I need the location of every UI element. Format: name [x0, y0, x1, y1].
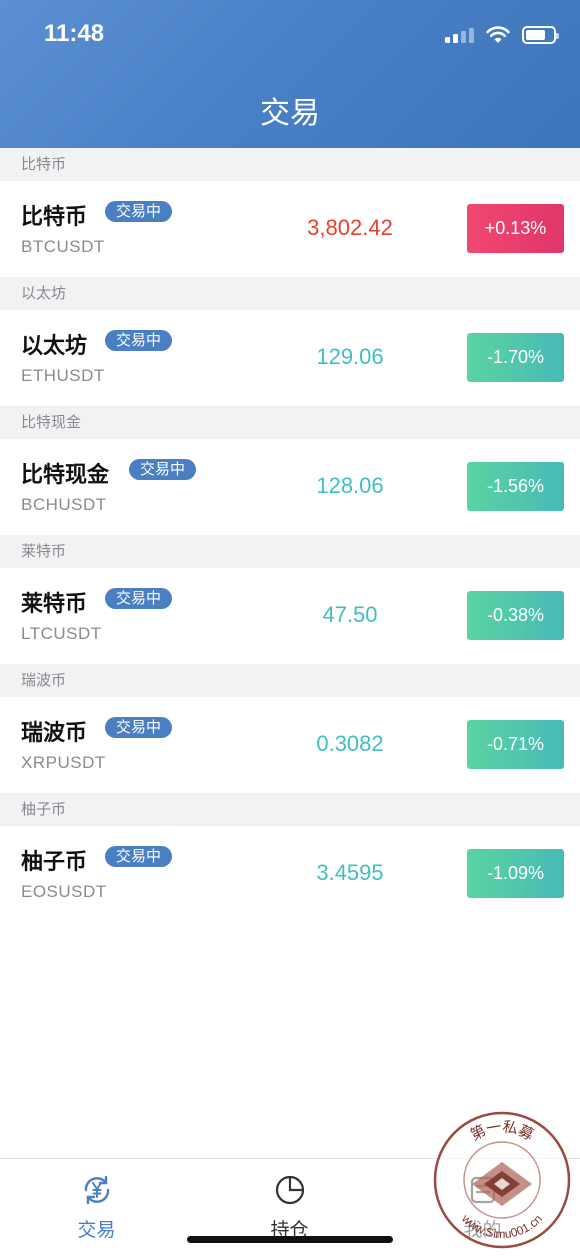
page-title: 交易: [260, 96, 320, 131]
price-change-button[interactable]: -0.38%: [467, 591, 564, 640]
price-change-button[interactable]: -1.70%: [467, 333, 564, 382]
price-change-button[interactable]: +0.13%: [467, 204, 564, 253]
asset-symbol: XRPUSDT: [21, 753, 106, 772]
section-header: 比特现金: [0, 406, 580, 439]
section-header: 以太坊: [0, 277, 580, 310]
watermark-seal: 第一私募 www.Simu001.cn: [433, 1111, 571, 1249]
asset-row[interactable]: 以太坊 交易中 ETHUSDT 129.06 -1.70%: [0, 310, 580, 406]
section-header: 莱特币: [0, 535, 580, 568]
asset-name: 以太坊: [21, 334, 88, 359]
status-time: 11:48: [44, 20, 105, 47]
asset-name: 柚子币: [21, 850, 88, 875]
status-badge: 交易中: [105, 201, 173, 222]
cellular-signal-icon: [445, 27, 474, 43]
status-badge: 交易中: [105, 846, 173, 867]
section-header: 比特币: [0, 148, 580, 181]
asset-name: 比特币: [21, 205, 88, 230]
asset-price: 128.06: [316, 473, 384, 498]
asset-symbol: EOSUSDT: [21, 882, 107, 901]
price-change-button[interactable]: -1.09%: [467, 849, 564, 898]
app-header: 11:48 交易: [0, 0, 580, 148]
asset-price: 47.50: [322, 602, 378, 627]
asset-symbol: ETHUSDT: [21, 366, 105, 385]
status-icons: [445, 24, 559, 46]
asset-symbol: BTCUSDT: [21, 237, 105, 256]
section-header: 柚子币: [0, 793, 580, 826]
asset-price: 3.4595: [316, 860, 384, 885]
section-header: 瑞波币: [0, 664, 580, 697]
asset-price: 3,802.42: [307, 215, 393, 240]
wifi-icon: [486, 26, 510, 43]
asset-list: 比特币 比特币 交易中 BTCUSDT 3,802.42 +0.13% 以太坊 以太坊 交易中 E…: [0, 148, 580, 922]
price-change-button[interactable]: -0.71%: [467, 720, 564, 769]
status-badge: 交易中: [129, 459, 197, 480]
asset-row[interactable]: 莱特币 交易中 LTCUSDT 47.50 -0.38%: [0, 568, 580, 664]
asset-row[interactable]: 比特现金 交易中 BCHUSDT 128.06 -1.56%: [0, 439, 580, 535]
yen-exchange-icon: [84, 1175, 109, 1205]
asset-price: 129.06: [316, 344, 384, 369]
asset-price: 0.3082: [316, 731, 384, 756]
price-change-button[interactable]: -1.56%: [467, 462, 564, 511]
tab-trade[interactable]: 交易: [0, 1159, 193, 1256]
asset-name: 莱特币: [21, 592, 88, 617]
asset-name: 瑞波币: [21, 721, 88, 746]
asset-name: 比特现金: [21, 463, 110, 488]
status-badge: 交易中: [105, 588, 173, 609]
asset-row[interactable]: 柚子币 交易中 EOSUSDT 3.4595 -1.09%: [0, 826, 580, 922]
status-badge: 交易中: [105, 330, 173, 351]
home-indicator: [187, 1236, 393, 1243]
battery-icon: [522, 26, 559, 44]
pie-chart-icon: [275, 1175, 304, 1205]
tab-trade-label: 交易: [77, 1219, 116, 1241]
asset-row[interactable]: 瑞波币 交易中 XRPUSDT 0.3082 -0.71%: [0, 697, 580, 793]
asset-row[interactable]: 比特币 交易中 BTCUSDT 3,802.42 +0.13%: [0, 181, 580, 277]
asset-symbol: BCHUSDT: [21, 495, 107, 514]
asset-symbol: LTCUSDT: [21, 624, 102, 643]
status-badge: 交易中: [105, 717, 173, 738]
